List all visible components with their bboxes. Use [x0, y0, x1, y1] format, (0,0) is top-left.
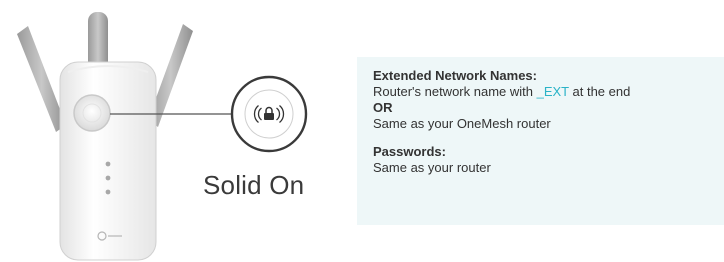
- extender-body: [59, 61, 157, 261]
- passwords-line: Same as your router: [373, 160, 491, 175]
- onemesh-line: Same as your OneMesh router: [373, 116, 551, 131]
- network-line-end: at the end: [568, 84, 631, 99]
- network-names-line: Router's network name with _EXT at the e…: [373, 84, 724, 100]
- or-label: OR: [373, 100, 393, 115]
- passwords-heading: Passwords:: [373, 144, 446, 159]
- led-status-label: Solid On: [203, 170, 305, 200]
- network-info-panel: Extended Network Names: Router's network…: [357, 57, 724, 225]
- network-names-heading: Extended Network Names:: [373, 68, 537, 83]
- ext-suffix: _EXT: [536, 84, 569, 99]
- led-button: [73, 94, 111, 132]
- network-line-text: Router's network name with: [373, 84, 537, 99]
